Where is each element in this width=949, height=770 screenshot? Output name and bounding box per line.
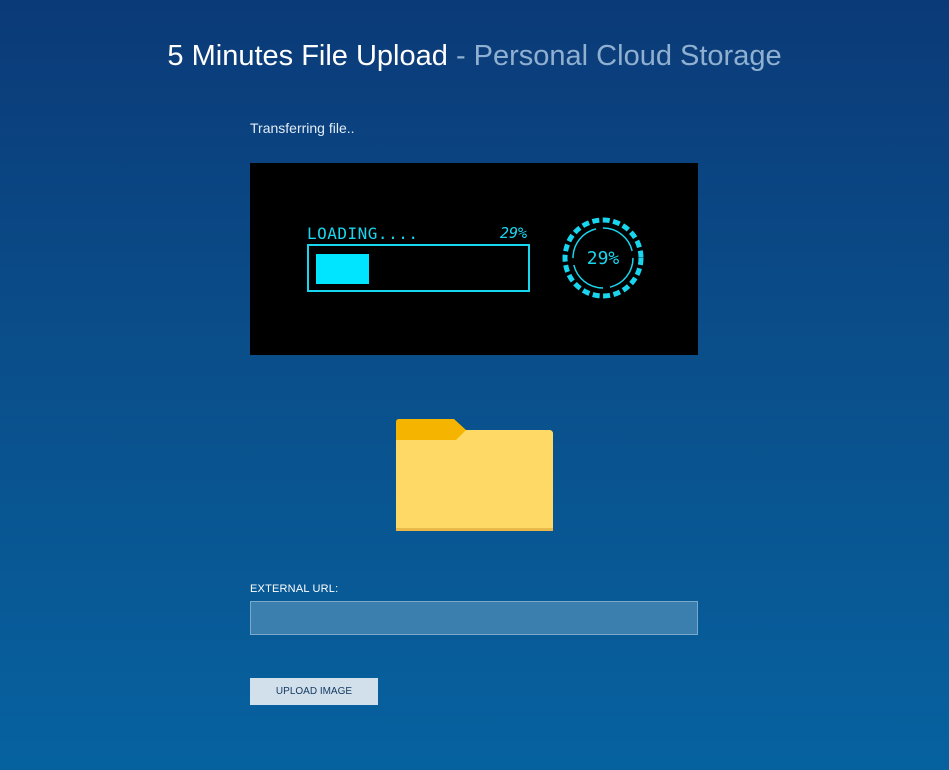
external-url-input[interactable] xyxy=(250,601,698,635)
title-separator: - xyxy=(447,40,474,72)
progress-ring-percent: 29% xyxy=(586,247,620,269)
page-title: 5 Minutes File Upload - Personal Cloud S… xyxy=(0,36,949,76)
loading-percent-label: 29% xyxy=(500,224,528,242)
folder-icon xyxy=(396,419,553,531)
loading-panel: LOADING.... 29% 29% xyxy=(250,163,698,355)
upload-image-button[interactable]: UPLOAD IMAGE xyxy=(250,678,378,705)
external-url-label: EXTERNAL URL: xyxy=(250,583,339,595)
app-title: 5 Minutes File Upload xyxy=(167,40,448,72)
loading-label: LOADING.... xyxy=(307,224,419,243)
transfer-status: Transferring file.. xyxy=(250,120,355,136)
progress-bar xyxy=(307,244,530,292)
progress-bar-fill xyxy=(316,254,369,284)
app-subtitle: Personal Cloud Storage xyxy=(473,40,782,72)
